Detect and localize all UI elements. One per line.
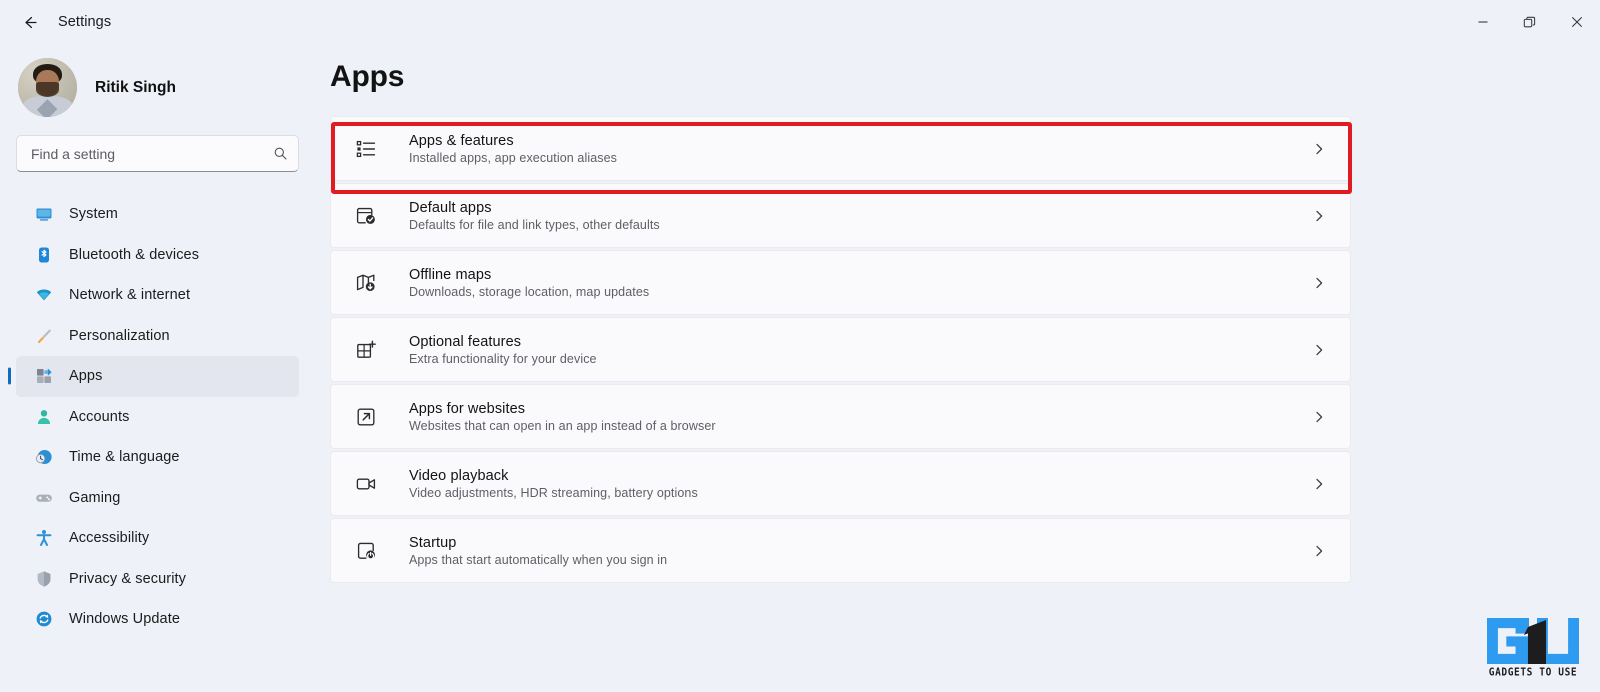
sidebar-item-label: Personalization bbox=[69, 327, 170, 344]
watermark-text: GADGETS TO USE bbox=[1488, 666, 1578, 679]
main-panel: Apps Apps & features Installed apps, app… bbox=[315, 44, 1600, 692]
list-bullets-icon bbox=[353, 136, 379, 162]
settings-card-list: Apps & features Installed apps, app exec… bbox=[330, 116, 1351, 583]
gadgets-to-use-logo-icon bbox=[1487, 618, 1579, 664]
card-title: Apps for websites bbox=[409, 400, 526, 417]
apps-grid-icon bbox=[34, 367, 53, 386]
card-title: Startup bbox=[409, 534, 457, 551]
sidebar-item-time-language[interactable]: Time & language bbox=[16, 437, 299, 478]
account-block[interactable]: Ritik Singh bbox=[16, 58, 299, 117]
card-title: Default apps bbox=[409, 199, 492, 216]
sidebar-item-label: Time & language bbox=[69, 449, 180, 466]
chevron-right-icon[interactable] bbox=[1312, 410, 1330, 424]
card-optional-features[interactable]: Optional features Extra functionality fo… bbox=[330, 317, 1351, 382]
sidebar-item-label: Network & internet bbox=[69, 287, 191, 304]
card-title: Video playback bbox=[409, 467, 509, 484]
card-title: Apps & features bbox=[409, 132, 514, 149]
sidebar-nav: System Bluetooth & devices Network & int… bbox=[16, 194, 299, 640]
sidebar-item-accessibility[interactable]: Accessibility bbox=[16, 518, 299, 559]
card-video-playback[interactable]: Video playback Video adjustments, HDR st… bbox=[330, 451, 1351, 516]
card-subtitle: Downloads, storage location, map updates bbox=[409, 284, 650, 299]
gamepad-icon bbox=[34, 488, 53, 507]
wifi-icon bbox=[34, 286, 53, 305]
card-subtitle: Apps that start automatically when you s… bbox=[409, 552, 668, 567]
app-title: Settings bbox=[58, 14, 112, 30]
chevron-right-icon[interactable] bbox=[1312, 209, 1330, 223]
watermark: GADGETS TO USE bbox=[1484, 618, 1582, 679]
card-subtitle: Defaults for file and link types, other … bbox=[409, 217, 660, 232]
avatar bbox=[18, 58, 77, 117]
sidebar-item-bluetooth-devices[interactable]: Bluetooth & devices bbox=[16, 235, 299, 276]
card-apps-for-websites[interactable]: Apps for websites Websites that can open… bbox=[330, 384, 1351, 449]
shield-icon bbox=[34, 569, 53, 588]
sidebar-item-label: Accessibility bbox=[69, 530, 150, 547]
card-title: Optional features bbox=[409, 333, 522, 350]
sidebar-item-label: Bluetooth & devices bbox=[69, 246, 200, 263]
page-title: Apps bbox=[330, 60, 405, 93]
card-startup[interactable]: Startup Apps that start automatically wh… bbox=[330, 518, 1351, 583]
back-button[interactable] bbox=[12, 5, 46, 39]
card-apps-and-features[interactable]: Apps & features Installed apps, app exec… bbox=[330, 116, 1351, 181]
paintbrush-icon bbox=[34, 326, 53, 345]
video-camera-icon bbox=[353, 471, 379, 497]
close-icon bbox=[1571, 17, 1582, 27]
sidebar-item-label: Accounts bbox=[69, 408, 130, 425]
sidebar-item-label: Apps bbox=[69, 368, 103, 385]
search-icon bbox=[274, 147, 287, 160]
map-download-icon bbox=[353, 270, 379, 296]
sidebar-item-label: System bbox=[69, 206, 118, 223]
person-icon bbox=[34, 407, 53, 426]
card-subtitle: Extra functionality for your device bbox=[409, 351, 597, 366]
sidebar-item-privacy-security[interactable]: Privacy & security bbox=[16, 559, 299, 600]
chevron-right-icon[interactable] bbox=[1312, 276, 1330, 290]
sidebar-item-accounts[interactable]: Accounts bbox=[16, 397, 299, 438]
search-input[interactable] bbox=[31, 145, 273, 162]
grid-plus-icon bbox=[353, 337, 379, 363]
account-name: Ritik Singh bbox=[95, 78, 176, 96]
sidebar-item-personalization[interactable]: Personalization bbox=[16, 316, 299, 357]
minimize-button[interactable] bbox=[1459, 0, 1506, 44]
external-link-box-icon bbox=[353, 404, 379, 430]
card-subtitle: Websites that can open in an app instead… bbox=[409, 418, 716, 433]
sidebar-item-windows-update[interactable]: Windows Update bbox=[16, 599, 299, 640]
restore-button[interactable] bbox=[1506, 0, 1553, 44]
sidebar-item-label: Privacy & security bbox=[69, 570, 187, 587]
accessibility-icon bbox=[34, 529, 53, 548]
minimize-icon bbox=[1478, 21, 1487, 23]
card-title: Offline maps bbox=[409, 266, 492, 283]
sidebar-item-gaming[interactable]: Gaming bbox=[16, 478, 299, 519]
sidebar-item-apps[interactable]: Apps bbox=[16, 356, 299, 397]
window-controls bbox=[1459, 0, 1600, 44]
sidebar: Ritik Singh System bbox=[0, 44, 315, 692]
startup-power-icon bbox=[353, 538, 379, 564]
restore-icon bbox=[1523, 16, 1536, 27]
bluetooth-icon bbox=[34, 245, 53, 264]
sidebar-item-network-internet[interactable]: Network & internet bbox=[16, 275, 299, 316]
card-subtitle: Video adjustments, HDR streaming, batter… bbox=[409, 485, 698, 500]
sidebar-item-system[interactable]: System bbox=[16, 194, 299, 235]
sidebar-item-label: Gaming bbox=[69, 489, 121, 506]
arrow-left-icon bbox=[24, 16, 37, 28]
sidebar-item-label: Windows Update bbox=[69, 611, 181, 628]
settings-shell: Ritik Singh System bbox=[0, 44, 1600, 692]
window-check-icon bbox=[353, 203, 379, 229]
clock-globe-icon bbox=[34, 448, 53, 467]
update-icon bbox=[34, 610, 53, 629]
card-default-apps[interactable]: Default apps Defaults for file and link … bbox=[330, 183, 1351, 248]
card-subtitle: Installed apps, app execution aliases bbox=[409, 150, 618, 165]
chevron-right-icon[interactable] bbox=[1312, 343, 1330, 357]
chevron-right-icon[interactable] bbox=[1312, 142, 1330, 156]
monitor-icon bbox=[34, 205, 53, 224]
title-bar: Settings bbox=[0, 0, 1600, 44]
card-offline-maps[interactable]: Offline maps Downloads, storage location… bbox=[330, 250, 1351, 315]
search-box[interactable] bbox=[16, 135, 299, 172]
chevron-right-icon[interactable] bbox=[1312, 477, 1330, 491]
chevron-right-icon[interactable] bbox=[1312, 544, 1330, 558]
close-button[interactable] bbox=[1553, 0, 1600, 44]
